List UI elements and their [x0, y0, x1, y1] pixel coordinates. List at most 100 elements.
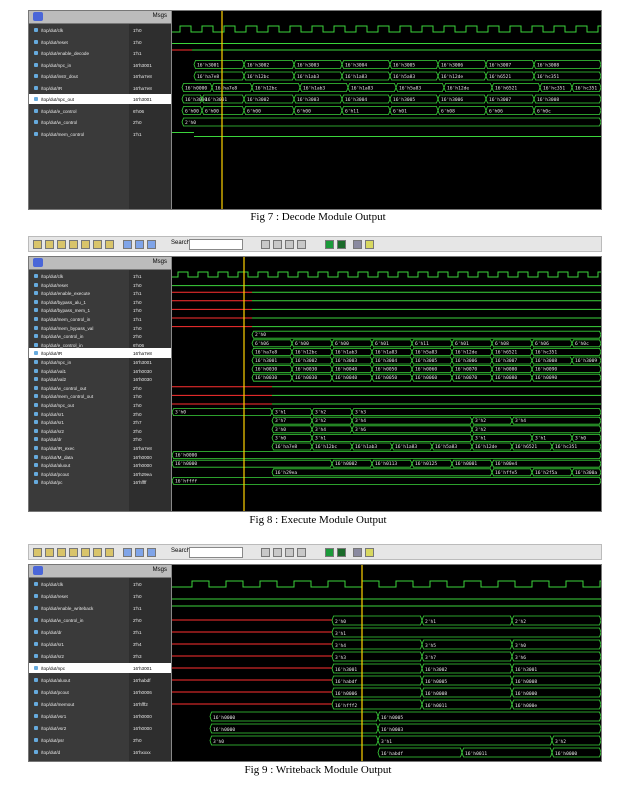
toolbar-icon[interactable] — [81, 548, 90, 557]
toolbar-icon[interactable] — [93, 240, 102, 249]
zoom-icon[interactable] — [285, 240, 294, 249]
toolbar-icon[interactable] — [57, 548, 66, 557]
bus-value-label: 16'h0011 — [465, 751, 487, 757]
toolbar-icon[interactable] — [93, 548, 102, 557]
signal-row[interactable]: /top/dut/npc 16'h3001 — [29, 663, 171, 673]
signal-row[interactable]: /top/dut/psr 3'h0 — [29, 735, 171, 745]
waveform-pane[interactable]: 2'h0 6'h06 6'h00 6'h00 6'h01 6'h11 6'h01 6'h08 6… — [172, 257, 601, 511]
signal-row[interactable]: /top/dut/npc_in 16'h3001 — [29, 60, 171, 70]
wave-style-icon[interactable] — [353, 240, 362, 249]
signal-row[interactable]: /top/dut/sr1 3'h4 — [29, 639, 171, 649]
search-input[interactable] — [189, 239, 243, 250]
wave-style-icon[interactable] — [325, 240, 334, 249]
signal-row[interactable]: /top/dut/vsr1 16'h0000 — [29, 711, 171, 721]
step-icon[interactable] — [123, 240, 132, 249]
wave-style-icon[interactable] — [365, 240, 374, 249]
toolbar-icon[interactable] — [33, 548, 42, 557]
zoom-icon[interactable] — [285, 548, 294, 557]
step-icon[interactable] — [135, 240, 144, 249]
toolbar-icon[interactable] — [105, 548, 114, 557]
signal-row[interactable]: /top/dut/e_control 6'h06 — [29, 106, 171, 116]
bus-value-label: 6'h01 — [375, 341, 389, 347]
signal-name: /top/dut/w_control_in — [41, 618, 84, 623]
signal-row[interactable]: /top/dut/dr 3'h1 — [29, 627, 171, 637]
bus-value-label: 16'h0050 — [375, 367, 397, 373]
signal-row[interactable]: /top/dut/reset 1'h0 — [29, 591, 171, 601]
zoom-icon[interactable] — [297, 548, 306, 557]
signal-name: /top/dut/mem_control — [41, 131, 85, 137]
signal-name: /top/dut/e_control_in — [41, 342, 83, 348]
cursor-icon[interactable] — [33, 12, 43, 21]
toolbar-icon[interactable] — [57, 240, 66, 249]
toolbar-icon[interactable] — [45, 240, 54, 249]
msgs-label: Msgs — [152, 13, 167, 19]
signal-name: /top/dut/sr2 — [41, 654, 64, 659]
signal-row[interactable]: /top/dut/w_control_in 2'h0 — [29, 615, 171, 625]
cursor-icon[interactable] — [33, 258, 43, 267]
bus-value-label: 16'h0060 — [415, 367, 437, 373]
bus-value-label: 16'h1a83 — [375, 349, 397, 355]
zoom-icon[interactable] — [273, 240, 282, 249]
toolbar-icon[interactable] — [69, 548, 78, 557]
step-icon[interactable] — [147, 548, 156, 557]
signal-icon — [34, 120, 38, 124]
search-input[interactable] — [189, 547, 243, 558]
signal-icon — [34, 702, 38, 706]
waveform-pane[interactable]: 2'h0 2'h1 2'h2 3'h1 3'h4 3'h5 3'h0 3'h3 3'h7 3'h6… — [172, 565, 601, 761]
signal-row[interactable]: /top/dut/enable_writeback 1'h1 — [29, 603, 171, 613]
signal-row[interactable]: /top/dut/vsr2 16'h0000 — [29, 723, 171, 733]
zoom-icon[interactable] — [297, 240, 306, 249]
toolbar-icon[interactable] — [69, 240, 78, 249]
waveform-pane[interactable]: 16'h3001 16'h3002 16'h3003 16'h3004 16'h3005… — [172, 11, 601, 209]
wave-style-icon[interactable] — [365, 548, 374, 557]
signal-row[interactable]: /top/dut/enable_decode 1'h1 — [29, 48, 171, 58]
bus-value-label: 16'h1ab3 — [297, 74, 319, 80]
signal-icon — [34, 85, 38, 90]
signal-row[interactable]: /top/dut/clk 1'h0 — [29, 579, 171, 589]
fig9-wave-window[interactable]: Msgs /top/dut/clk 1'h0/top/dut/reset 1'h0/… — [28, 564, 602, 762]
signal-row[interactable]: /top/dut/memout 16'hfff2 — [29, 699, 171, 709]
bus-value-label: 16'habdf — [335, 679, 357, 685]
wave-style-icon[interactable] — [353, 548, 362, 557]
bus-value-label: 2'h0 — [335, 619, 346, 625]
signal-row[interactable]: /top/dut/clk 1'h0 — [29, 25, 171, 35]
wave-style-icon[interactable] — [337, 240, 346, 249]
pane-header: Msgs — [29, 257, 171, 270]
signal-row[interactable]: /top/dut/pcout 16'h0006 — [29, 687, 171, 697]
signal-value: 3'h3 — [133, 654, 142, 659]
wave-style-icon[interactable] — [337, 548, 346, 557]
signal-row[interactable]: /top/dut/npc_out 16'h3001 — [29, 94, 171, 104]
bus-value-label: 16'h12de — [475, 444, 497, 450]
step-icon[interactable] — [135, 548, 144, 557]
bus-value-label: 3'h3 — [335, 655, 346, 661]
fig7-wave-window[interactable]: Msgs /top/dut/clk 1'h0/top/dut/reset 1'h0/… — [28, 10, 602, 210]
signal-row[interactable]: /top/dut/mem_control 1'h1 — [29, 129, 171, 139]
step-icon[interactable] — [123, 548, 132, 557]
signal-row[interactable]: /top/dut/d 16'hxxxx — [29, 747, 171, 757]
cursor-icon[interactable] — [33, 566, 43, 575]
signal-value: 16'h0000 — [133, 463, 152, 469]
toolbar-icon[interactable] — [105, 240, 114, 249]
toolbar-icon[interactable] — [33, 240, 42, 249]
signal-row[interactable]: /top/dut/pc 16'hffff — [29, 477, 171, 487]
zoom-icon[interactable] — [273, 548, 282, 557]
wave-style-icon[interactable] — [325, 548, 334, 557]
zoom-icon[interactable] — [261, 548, 270, 557]
bus-value-label: 16'h12bc — [247, 74, 269, 80]
signal-icon — [34, 480, 38, 485]
signal-icon — [34, 360, 38, 364]
signal-row[interactable]: /top/dut/aluout 16'habdf — [29, 675, 171, 685]
toolbar-icon[interactable] — [45, 548, 54, 557]
signal-row[interactable]: /top/dut/instr_dout 16'ha7e8 — [29, 71, 171, 81]
signal-row[interactable]: /top/dut/sr2 3'h3 — [29, 651, 171, 661]
fig8-wave-window[interactable]: Msgs /top/dut/clk 1'h1/top/dut/reset 1'h0 /… — [28, 256, 602, 512]
signal-name: /top/dut/reset — [41, 594, 68, 599]
zoom-icon[interactable] — [261, 240, 270, 249]
bus-value-label: 16'habdf — [381, 751, 403, 757]
signal-row[interactable]: /top/dut/IR 16'ha7e8 — [29, 83, 171, 93]
signal-row[interactable]: /top/dut/w_control 2'h0 — [29, 117, 171, 127]
signal-row[interactable]: /top/dut/reset 1'h0 — [29, 37, 171, 47]
signal-name: /top/dut/reset — [41, 282, 68, 288]
toolbar-icon[interactable] — [81, 240, 90, 249]
step-icon[interactable] — [147, 240, 156, 249]
